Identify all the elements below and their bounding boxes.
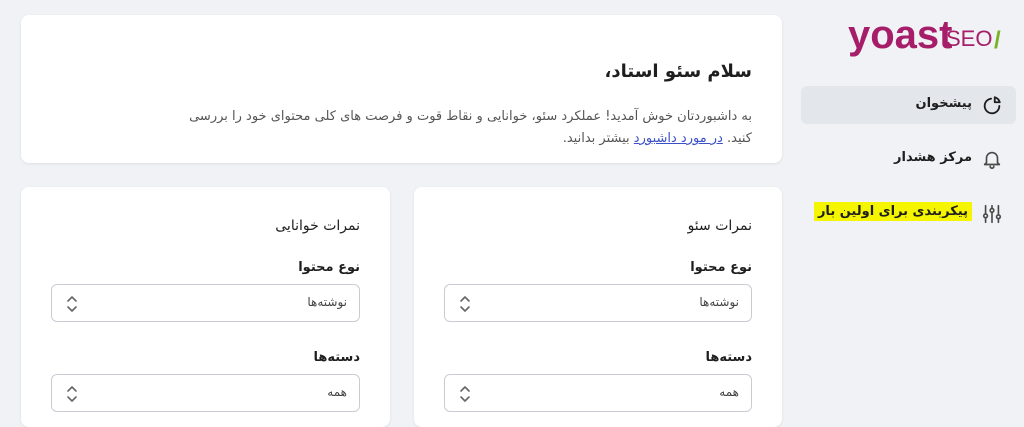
logo-text: yoast — [848, 13, 953, 57]
welcome-card: سلام سئو استاد، به داشبوردتان خوش آمدید!… — [21, 15, 782, 163]
readability-content-type-value: نوشته‌ها — [307, 295, 347, 309]
readability-content-type-label: نوع محتوا — [298, 260, 360, 275]
dashboard-gauge-icon — [983, 96, 1001, 115]
readability-content-type-select[interactable]: نوشته‌ها — [51, 284, 360, 322]
sliders-icon — [982, 204, 1002, 224]
welcome-title: سلام سئو استاد، — [604, 61, 752, 82]
sidebar-item-label: مرکز هشدار — [894, 150, 972, 165]
logo-slash: / — [994, 27, 1001, 54]
sidebar-item-label: پیکربندی برای اولین بار — [813, 202, 972, 221]
sidebar-item-alert-center[interactable]: مرکز هشدار — [801, 140, 1016, 178]
welcome-line-2-start: کنید. — [727, 131, 752, 146]
chevron-up-down-icon — [67, 296, 77, 312]
seo-category-label: دسته‌ها — [705, 350, 752, 365]
readability-category-value: همه — [327, 385, 347, 399]
seo-scores-title: نمرات سئو — [687, 218, 752, 234]
yoast-seo-logo: yoast SEO / — [848, 13, 1001, 57]
sidebar-item-dashboard[interactable]: پیشخوان — [801, 86, 1016, 124]
welcome-line-2-end: بیشتر بدانید. — [562, 131, 630, 146]
seo-category-value: همه — [719, 385, 739, 399]
readability-scores-title: نمرات خوانایی — [275, 218, 360, 234]
seo-category-select[interactable]: همه — [444, 374, 752, 412]
chevron-up-down-icon — [460, 386, 470, 402]
logo-suffix: SEO — [946, 26, 992, 51]
sidebar-item-label: پیشخوان — [915, 96, 973, 111]
seo-content-type-select[interactable]: نوشته‌ها — [444, 284, 752, 322]
sidebar-item-first-time-configuration[interactable]: پیکربندی برای اولین بار — [801, 195, 1016, 233]
seo-content-type-label: نوع محتوا — [690, 260, 752, 275]
welcome-description: به داشبوردتان خوش آمدید! عملکرد سئو، خوا… — [172, 106, 752, 150]
bell-icon — [983, 151, 1001, 169]
seo-content-type-value: نوشته‌ها — [699, 295, 739, 309]
welcome-line-1: به داشبوردتان خوش آمدید! عملکرد سئو، خوا… — [189, 109, 752, 124]
chevron-up-down-icon — [67, 386, 77, 402]
readability-category-select[interactable]: همه — [51, 374, 360, 412]
readability-category-label: دسته‌ها — [313, 350, 360, 365]
chevron-up-down-icon — [460, 296, 470, 312]
about-dashboard-link[interactable]: در مورد داشبورد — [634, 131, 723, 146]
